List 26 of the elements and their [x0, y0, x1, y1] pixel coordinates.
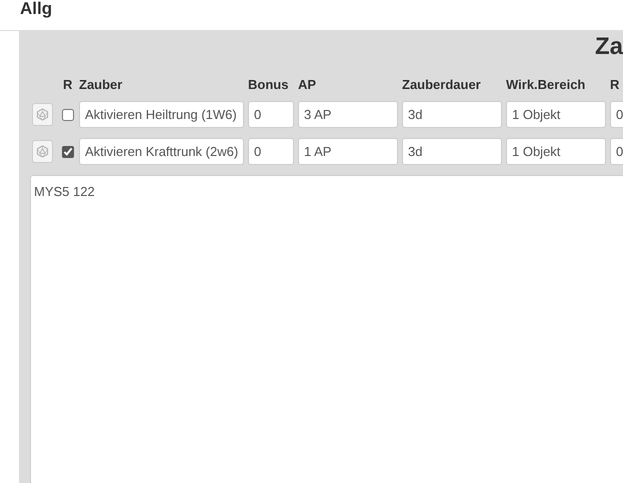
input-field[interactable]: 1 AP: [298, 138, 398, 165]
input-field[interactable]: 0: [248, 101, 294, 128]
input-field[interactable]: 3 AP: [298, 101, 398, 128]
input-field[interactable]: Aktivieren Krafttrunk (2w6): [79, 138, 244, 165]
column-header: Wirk.Bereich: [506, 77, 586, 92]
checkbox[interactable]: [62, 108, 74, 120]
input-field[interactable]: 3d: [402, 101, 502, 128]
input-field[interactable]: 0: [248, 138, 294, 165]
dice-icon: [36, 145, 49, 158]
column-header: Bonus: [248, 77, 288, 92]
column-header: AP: [298, 77, 316, 92]
section-heading: Allg: [19, 0, 54, 18]
checkbox[interactable]: [62, 146, 74, 158]
input-field[interactable]: 0: [610, 101, 623, 128]
notes-field[interactable]: MYS5 122: [30, 175, 623, 483]
panel-title: Za: [594, 32, 623, 62]
column-header: R: [610, 77, 620, 92]
dice-icon: [36, 108, 49, 121]
input-field[interactable]: 3d: [402, 138, 502, 165]
column-header: Zauberdauer: [402, 77, 481, 92]
input-field[interactable]: 1 Objekt: [506, 138, 606, 165]
input-field[interactable]: 1 Objekt: [506, 101, 606, 128]
column-header: Zauber: [79, 77, 122, 92]
input-field[interactable]: 0: [610, 138, 623, 165]
input-field[interactable]: Aktivieren Heiltrung (1W6): [79, 101, 244, 128]
column-header: R: [63, 77, 72, 92]
